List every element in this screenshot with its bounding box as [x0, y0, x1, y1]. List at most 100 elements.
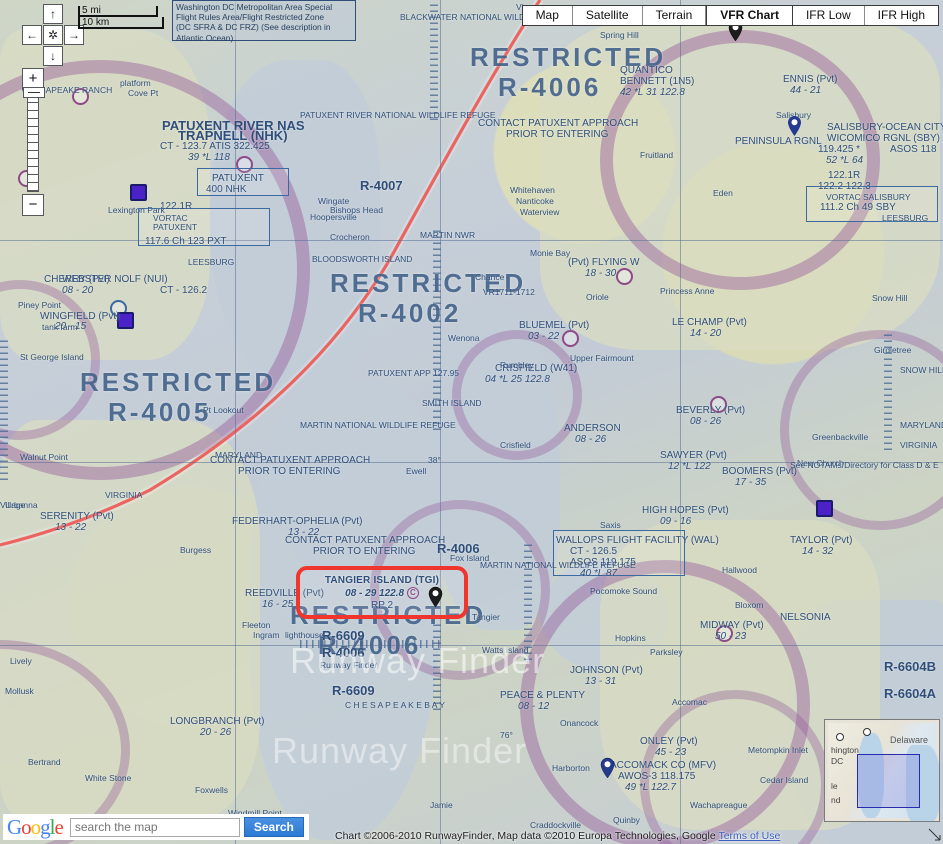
place-label: Saxis — [600, 520, 621, 530]
airport-symbol[interactable] — [562, 330, 579, 347]
restricted-area-id: R-4006 — [498, 72, 602, 102]
place-label: Burgess — [180, 545, 212, 555]
map-marker-pin-salisbury[interactable] — [787, 115, 802, 137]
place-label: Runway Finder — [320, 660, 378, 670]
recenter-button[interactable]: ✲ — [43, 25, 63, 45]
map-marker-pin-accomack[interactable] — [600, 757, 615, 779]
terms-of-use-link[interactable]: Terms of Use — [718, 830, 780, 842]
airport-label: 117.6 Ch 123 PXT — [145, 236, 227, 247]
airport-label: 09 - 16 — [660, 516, 692, 527]
map-type-tab-ifr-high[interactable]: IFR High — [864, 6, 938, 25]
zoom-slider[interactable] — [23, 87, 45, 192]
restricted-area-id: R-4006 — [322, 645, 365, 660]
place-label: lighthouse — [285, 630, 324, 640]
place-label: Girdletree — [874, 345, 912, 355]
place-label: St George Island — [20, 352, 84, 362]
overview-minimap[interactable]: hington DC le nd Delaware — [824, 719, 940, 822]
airport-label: 13 - 22 — [288, 527, 320, 538]
place-label: PATUXENT APP 127.95 — [368, 368, 460, 378]
zoom-control-group[interactable]: + − — [22, 68, 45, 216]
map-type-tab-ifr-low[interactable]: IFR Low — [792, 6, 865, 25]
airport-label: (Pvt) FLYING W — [568, 257, 640, 268]
airport-label: LE CHAMP (Pvt) — [672, 317, 747, 328]
airport-label: LEESBURG — [882, 213, 929, 223]
overview-place-label: le — [831, 781, 838, 791]
airspace-notice-line: PRIOR TO ENTERING — [238, 466, 341, 477]
selected-airport-pattern: RP 2 — [370, 600, 394, 611]
overview-viewport-rectangle[interactable] — [857, 754, 920, 808]
airport-label: 17 - 35 — [735, 477, 767, 488]
map-type-tab-vfr-chart[interactable]: VFR Chart — [706, 6, 793, 25]
place-label: Upper Fairmount — [570, 353, 634, 363]
airport-symbol-military[interactable] — [130, 184, 147, 201]
airport-label: REEDVILLE (Pvt) — [245, 588, 324, 599]
map-marker-pin-tangier-island[interactable] — [428, 586, 443, 608]
place-label: MARTIN NWR — [420, 230, 476, 240]
place-label: Tangier — [472, 612, 500, 622]
airport-label: 111.2 Ch 49 SBY — [820, 202, 896, 213]
airport-label: QUANTICO — [620, 65, 673, 76]
airport-label: VORTAC SALISBURY — [826, 192, 911, 202]
attribution-text: Chart ©2006-2010 RunwayFinder, Map data … — [335, 830, 716, 842]
zoom-slider-thumb[interactable] — [23, 87, 45, 98]
map-type-tab-satellite[interactable]: Satellite — [572, 6, 643, 25]
pan-down-button[interactable]: ↓ — [43, 46, 63, 66]
map-type-selector[interactable]: Map Satellite Terrain VFR Chart IFR Low IFR H… — [521, 5, 939, 26]
airport-label: 08 - 12 — [518, 701, 550, 712]
place-label: Spring Hill — [600, 30, 639, 40]
place-label: Ewell — [406, 466, 427, 476]
map-attribution: Chart ©2006-2010 RunwayFinder, Map data … — [335, 830, 780, 842]
airport-symbol-military[interactable] — [816, 500, 833, 517]
overview-place-label: DC — [831, 756, 844, 766]
map-type-tab-map[interactable]: Map — [522, 6, 573, 25]
pan-left-button[interactable]: ← — [22, 25, 42, 45]
airport-label: CT - 123.7 ATIS 322.425 — [160, 141, 270, 152]
place-label: Monie Bay — [530, 248, 571, 258]
restricted-area-id: R-6604B — [884, 659, 937, 674]
airport-label: ANDERSON — [564, 423, 621, 434]
google-logo-letter-g1: G — [7, 814, 22, 839]
pan-up-button[interactable]: ↑ — [43, 4, 63, 24]
place-label: Wachapreague — [690, 800, 748, 810]
resize-handle-icon[interactable] — [927, 828, 941, 842]
airport-label: NELSONIA — [780, 612, 831, 623]
place-label: White Stone — [85, 773, 132, 783]
map-type-tab-terrain[interactable]: Terrain — [642, 6, 707, 25]
airport-label: 42 *L 31 122.8 — [620, 87, 685, 98]
place-label: Onancock — [560, 718, 599, 728]
airport-label: 08 - 26 — [575, 434, 607, 445]
airport-label: BENNETT (1N5) — [620, 76, 695, 87]
place-label: See NOTAMs/Directory for Class D & E — [790, 460, 939, 470]
airport-label: JOHNSON (Pvt) — [570, 665, 643, 676]
airport-label: HIGH HOPES (Pvt) — [642, 505, 729, 516]
airport-symbol-military[interactable] — [117, 312, 134, 329]
place-label: Hoopersville — [310, 212, 357, 222]
place-label: MARTIN NATIONAL WILDLIFE REFUGE — [480, 560, 636, 570]
place-label: Wenona — [448, 333, 480, 343]
selected-airport-runway-freq: 08 - 29 122.8 — [345, 588, 405, 599]
selected-airport-callout: TANGIER ISLAND (TGI) 08 - 29 122.8 C RP … — [322, 575, 442, 612]
airport-label: TAYLOR (Pvt) — [790, 535, 853, 546]
airport-symbol[interactable] — [616, 268, 633, 285]
pan-control-group[interactable]: ↑ ← ✲ → ↓ — [22, 4, 84, 66]
search-button[interactable]: Search — [243, 817, 304, 837]
airport-label: 39 *L 118 — [188, 152, 230, 163]
selected-airport-name: TANGIER ISLAND (TGI) — [324, 575, 440, 586]
airport-label: ASOS 118 — [890, 144, 937, 155]
place-label: tank farm — [42, 322, 78, 332]
restricted-area-id: R-4005 — [108, 397, 212, 427]
vfr-sectional-chart-map[interactable]: RESTRICTED R-4006 RESTRICTED R-4002 RESTRICT… — [0, 0, 943, 844]
airport-label: 122.1R — [828, 170, 861, 181]
place-label: Foxwells — [195, 785, 229, 795]
airport-label: 50 - 23 — [715, 631, 747, 642]
zoom-out-button[interactable]: − — [22, 194, 44, 216]
airport-label: 44 - 21 — [790, 85, 822, 96]
google-logo-letter-e: e — [54, 814, 64, 839]
airport-label: CT - 126.2 — [160, 285, 208, 296]
airport-label: 03 - 22 — [528, 331, 560, 342]
overview-place-label: hington — [831, 745, 859, 755]
airport-label: SAWYER (Pvt) — [660, 450, 727, 461]
restricted-area-id: R-6609 — [322, 628, 365, 643]
search-input[interactable] — [69, 817, 240, 837]
place-label: Jamie — [430, 800, 453, 810]
